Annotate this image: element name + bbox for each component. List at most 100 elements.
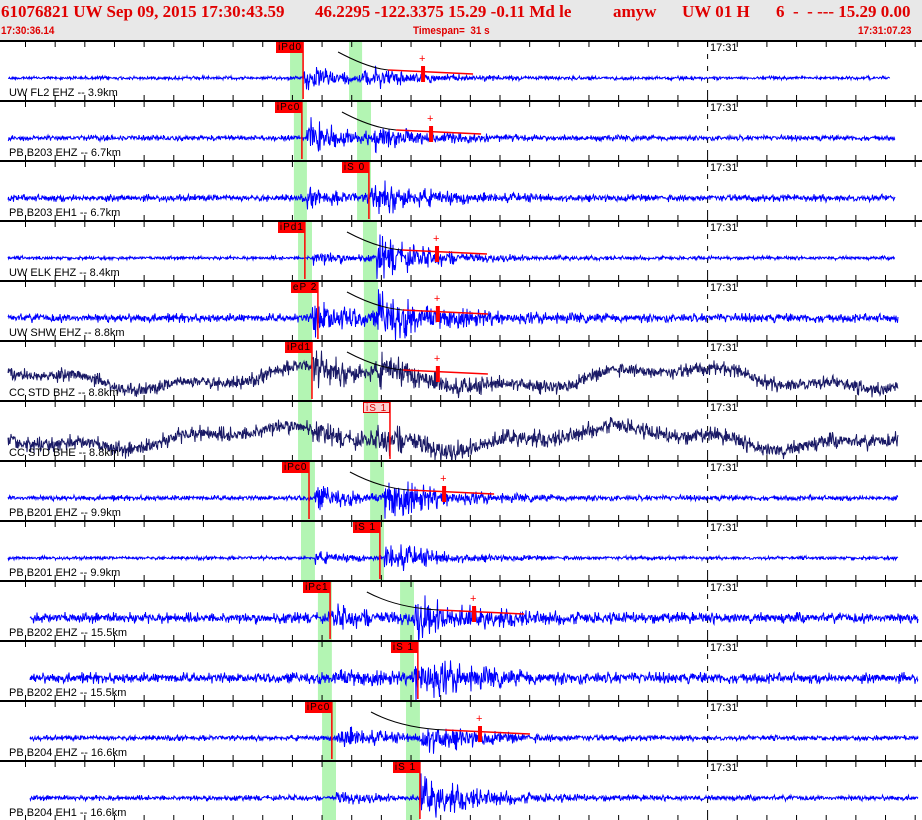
amplitude-marker	[442, 486, 447, 502]
minute-label: 17:31	[710, 402, 738, 414]
channel-row[interactable]: + iPc0 17:31 PB B204 EHZ -- 16.6km	[0, 700, 922, 760]
waveform-trace	[7, 481, 899, 519]
channel-label: CC STD BHZ -- 8.8km	[9, 387, 119, 399]
channel-label: PB B202 EHZ -- 15.5km	[9, 627, 127, 639]
pick-label[interactable]: iS 0	[341, 162, 369, 173]
amplitude-plus-icon: +	[470, 593, 476, 605]
waveform-plot: +	[25, 582, 919, 641]
channel-row[interactable]: iS 1 17:31 PB B202 EH2 -- 15.5km	[0, 640, 922, 701]
waveform-plot: +	[7, 102, 916, 160]
event-header: 61076821 UW Sep 09, 2015 17:30:43.59 46.…	[0, 0, 922, 40]
pick-label[interactable]: iPd0	[276, 42, 304, 53]
amplitude-marker	[472, 606, 477, 622]
s-window	[357, 102, 371, 160]
minute-label: 17:31	[710, 462, 738, 474]
waveform-trace	[7, 180, 896, 215]
channel-row[interactable]: + iPd0 17:31 UW FL2 EHZ -- 3.9km	[0, 40, 922, 100]
event-source: UW 01 H	[682, 2, 750, 21]
timespan: Timespan= 31 s	[413, 25, 490, 37]
minute-label: 17:31	[710, 762, 738, 774]
minute-label: 17:31	[710, 582, 738, 594]
minute-label: 17:31	[710, 702, 738, 714]
channel-row[interactable]: + iPd1 17:31 CC STD BHZ -- 8.8km	[0, 340, 922, 400]
channel-row[interactable]: iS 0 17:31 PB B203 EH1 -- 6.7km	[0, 160, 922, 220]
amplitude-plus-icon: +	[440, 473, 446, 485]
event-location: 46.2295 -122.3375 15.29 -0.11 Md le	[315, 2, 572, 21]
s-window	[405, 702, 420, 760]
channel-row[interactable]: iS 1 17:31 PB B201 EH2 -- 9.9km	[0, 520, 922, 580]
s-window	[400, 582, 414, 640]
channel-row[interactable]: iS 1 17:31 CC STD BHE -- 8.8km	[0, 400, 922, 461]
channel-label: PB B201 EHZ -- 9.9km	[9, 507, 121, 519]
waveform-plot: +	[7, 282, 916, 341]
amplitude-plus-icon: +	[476, 713, 482, 725]
minute-label: 17:31	[710, 642, 738, 654]
channel-label: PB B201 EH2 -- 9.9km	[9, 567, 121, 579]
pick-label[interactable]: iS 1	[352, 522, 380, 533]
channel-label: PB B203 EHZ -- 6.7km	[9, 147, 121, 159]
waveform-trace	[8, 65, 891, 91]
waveform-trace	[7, 117, 896, 154]
channel-label: PB B204 EHZ -- 16.6km	[9, 747, 127, 759]
waveform-trace	[7, 289, 899, 341]
p-window	[317, 642, 332, 700]
p-window	[301, 522, 315, 580]
amplitude-plus-icon: +	[434, 353, 440, 365]
pick-label[interactable]: iS 1	[362, 402, 390, 414]
pick-label[interactable]: iPc0	[274, 102, 302, 113]
pick-label[interactable]: iPc1	[303, 582, 331, 593]
channel-label: UW SHW EHZ -- 8.8km	[9, 327, 125, 339]
waveform-plot	[7, 522, 916, 580]
waveform-trace	[29, 660, 919, 701]
amplitude-plus-icon: +	[427, 113, 433, 125]
waveform-trace	[7, 544, 899, 572]
s-window	[370, 462, 385, 520]
waveform-trace	[29, 773, 919, 818]
waveform-plot: +	[7, 222, 916, 280]
end-time: 17:31:07.23	[858, 25, 912, 37]
event-id-time: 61076821 UW Sep 09, 2015 17:30:43.59	[1, 2, 285, 21]
amplitude-plus-icon: +	[419, 53, 425, 65]
pick-label[interactable]: iPc0	[282, 462, 309, 473]
channel-row[interactable]: + iPc0 17:31 PB B201 EHZ -- 9.9km	[0, 460, 922, 520]
waveform-plot: +	[8, 42, 916, 100]
pick-label[interactable]: iS 1	[390, 642, 418, 653]
pick-label[interactable]: iS 1	[392, 762, 420, 773]
pick-label[interactable]: iPd1	[284, 342, 312, 353]
seismogram-panel[interactable]: + iPd0 17:31 UW FL2 EHZ -- 3.9km + iPc0 17:31 P…	[0, 40, 922, 820]
p-window	[293, 162, 307, 220]
channel-row[interactable]: + iPd1 17:31 UW ELK EHZ -- 8.4km	[0, 220, 922, 280]
pick-label[interactable]: iPd1	[277, 222, 305, 233]
amplitude-marker	[435, 306, 440, 322]
minute-label: 17:31	[710, 282, 738, 294]
waveform-plot: +	[7, 342, 916, 400]
waveform-plot: +	[7, 462, 916, 520]
minute-label: 17:31	[710, 162, 738, 174]
channel-row[interactable]: + eP 2 17:31 UW SHW EHZ -- 8.8km	[0, 280, 922, 341]
minute-label: 17:31	[710, 222, 738, 234]
waveform-plot: +	[25, 702, 919, 760]
p-window	[298, 402, 312, 460]
amplitude-marker	[429, 126, 434, 142]
coda-line	[402, 369, 488, 375]
minute-label: 17:31	[710, 102, 738, 114]
waveform-trace	[7, 350, 899, 399]
minute-label: 17:31	[710, 42, 738, 54]
waveform-trace	[7, 417, 899, 461]
channel-label: CC STD BHE -- 8.8km	[9, 447, 120, 459]
channel-row[interactable]: + iPc0 17:31 PB B203 EHZ -- 6.7km	[0, 100, 922, 160]
pick-label[interactable]: eP 2	[290, 282, 318, 293]
channel-row[interactable]: + iPc1 17:31 PB B202 EHZ -- 15.5km	[0, 580, 922, 641]
start-time: 17:30:36.14	[1, 25, 55, 37]
minute-label: 17:31	[710, 522, 738, 534]
amplitude-marker	[421, 66, 426, 82]
minute-label: 17:31	[710, 342, 738, 354]
pick-label[interactable]: iPc0	[304, 702, 332, 713]
channel-label: PB B202 EH2 -- 15.5km	[9, 687, 127, 699]
amplitude-marker	[435, 366, 440, 382]
channel-label: UW FL2 EHZ -- 3.9km	[9, 87, 118, 99]
channel-label: PB B203 EH1 -- 6.7km	[9, 207, 121, 219]
moveout-curve	[337, 51, 389, 71]
channel-row[interactable]: iS 1 17:31 PB B204 EH1 -- 16.6km	[0, 760, 922, 820]
amplitude-marker	[477, 726, 482, 742]
